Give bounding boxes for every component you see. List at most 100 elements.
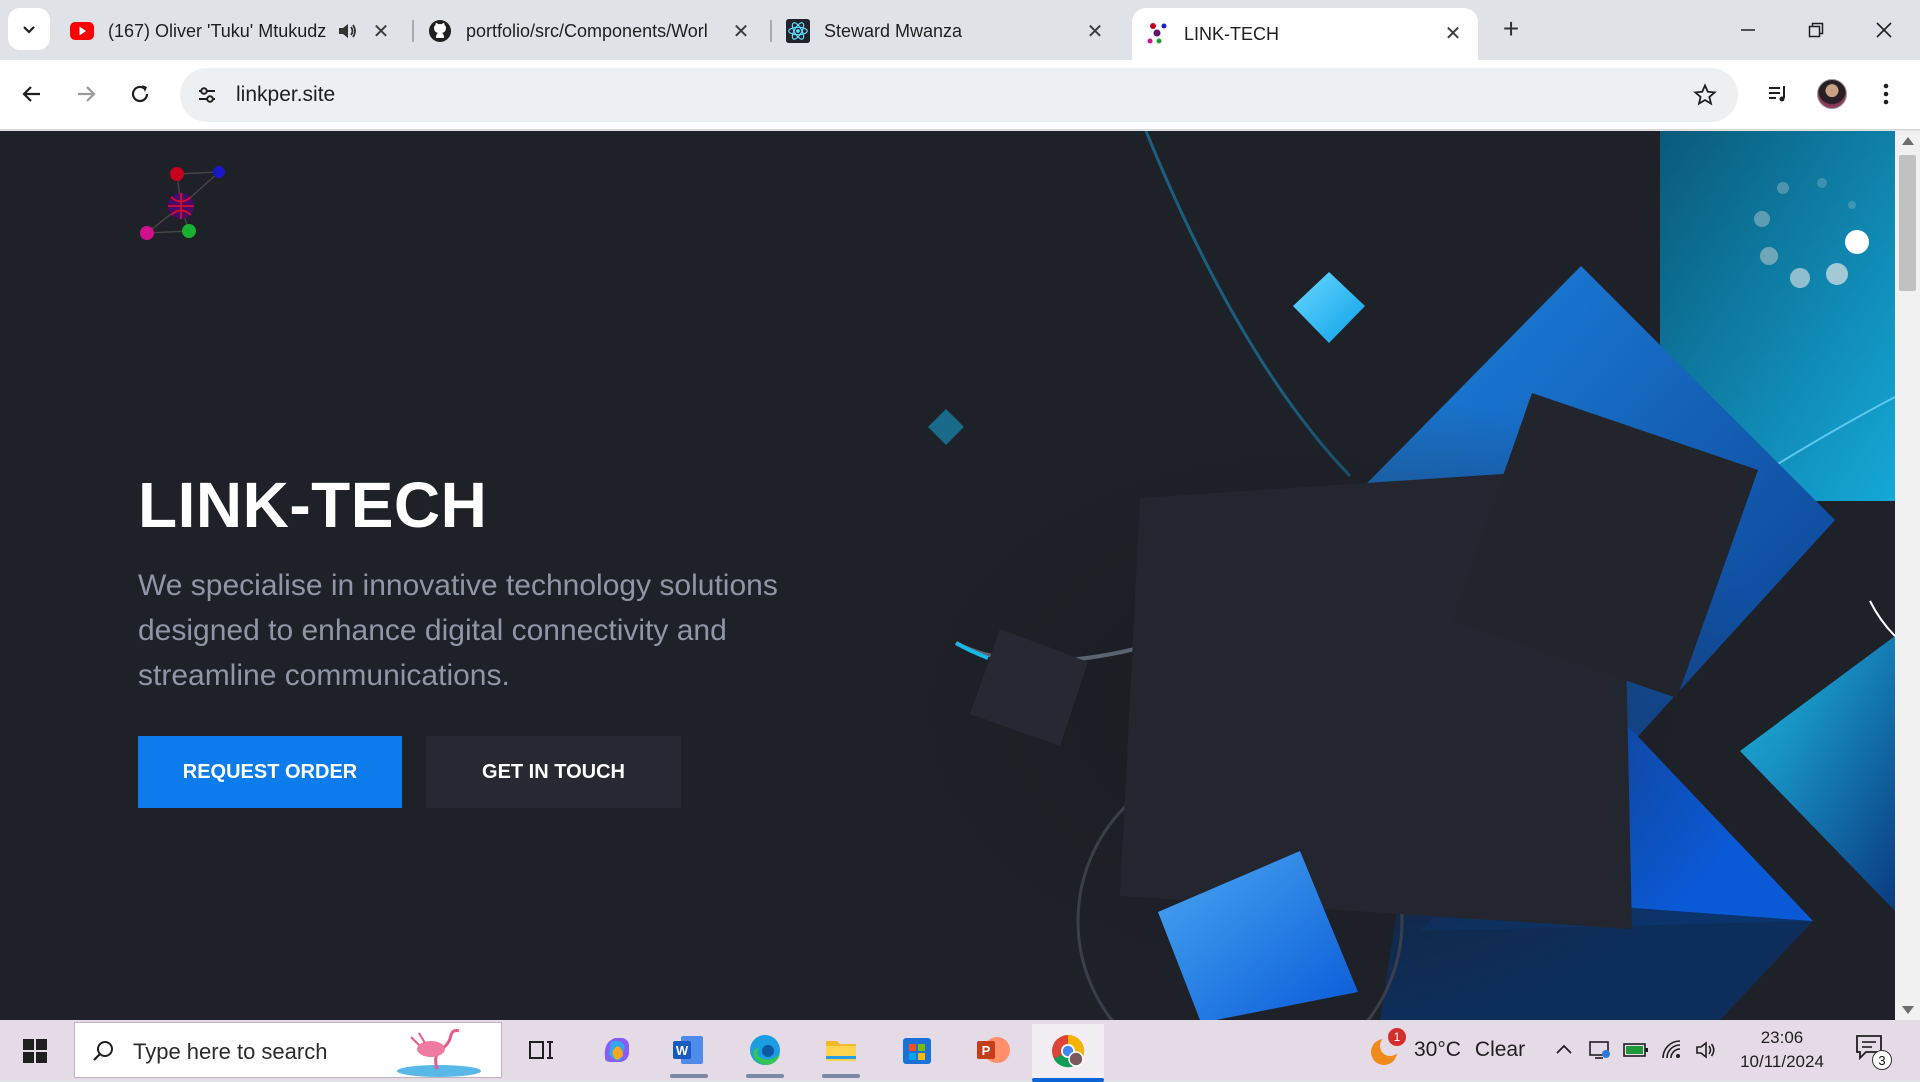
battery-icon [1623, 1043, 1648, 1057]
running-indicator [822, 1074, 860, 1078]
close-icon [1876, 22, 1892, 38]
volume-icon [1696, 1041, 1715, 1059]
tab-title: LINK-TECH [1184, 23, 1280, 44]
word-icon: W [673, 1036, 703, 1064]
new-tab-button[interactable]: + [1494, 12, 1528, 46]
back-button[interactable] [12, 74, 52, 114]
running-indicator [670, 1074, 708, 1078]
notification-center-button[interactable]: 3 [1854, 1032, 1892, 1070]
avatar [1817, 79, 1847, 109]
scroll-thumb[interactable] [1899, 155, 1916, 291]
windows-taskbar: Type here to search W P 1 30°C Clear 23:… [0, 1020, 1920, 1082]
chrome-button[interactable] [1032, 1024, 1104, 1082]
search-icon [89, 1037, 117, 1065]
decorative-dot [1826, 263, 1848, 285]
site-info-icon[interactable] [192, 80, 222, 110]
scroll-down-arrow-icon[interactable] [1902, 1006, 1914, 1014]
decorative-dot [1754, 211, 1770, 227]
close-tab-icon[interactable]: ✕ [1442, 22, 1464, 45]
browser-tab-strip: (167) Oliver 'Tuku' Mtukudz ✕ portfolio/… [0, 0, 1920, 60]
decorative-dot [1845, 230, 1869, 254]
powerpoint-button[interactable]: P [968, 1026, 1018, 1074]
tab-link-tech[interactable]: LINK-TECH ✕ [1132, 8, 1478, 60]
bookmark-star-icon[interactable] [1690, 80, 1720, 110]
media-controls-button[interactable] [1758, 74, 1798, 114]
battery-tray-icon[interactable] [1622, 1036, 1650, 1064]
clock-date: 10/11/2024 [1740, 1052, 1824, 1071]
file-explorer-button[interactable] [816, 1026, 866, 1078]
notification-count-badge: 3 [1872, 1050, 1892, 1070]
speaker-icon[interactable] [336, 20, 358, 47]
svg-text:P: P [982, 1043, 991, 1058]
taskbar-search-box[interactable]: Type here to search [74, 1022, 502, 1078]
running-indicator [746, 1074, 784, 1078]
kebab-menu-icon [1883, 83, 1889, 105]
display-tray-icon[interactable] [1586, 1036, 1614, 1064]
display-icon [1589, 1041, 1610, 1059]
close-window-button[interactable] [1864, 10, 1904, 50]
chevron-down-icon [23, 26, 35, 34]
arrow-left-icon [22, 86, 40, 102]
search-placeholder: Type here to search [133, 1039, 328, 1064]
page-viewport: LINK-TECH We specialise in innovative te… [0, 131, 1895, 1020]
page-scrollbar[interactable] [1895, 131, 1920, 1020]
start-button[interactable] [14, 1030, 56, 1072]
close-tab-icon[interactable]: ✕ [370, 20, 392, 43]
close-tab-icon[interactable]: ✕ [1084, 20, 1106, 43]
decorative-dot [1777, 182, 1789, 194]
weather-widget[interactable]: 1 30°C Clear [1366, 1028, 1526, 1068]
request-order-button[interactable]: REQUEST ORDER [138, 736, 402, 808]
windows-logo-icon [23, 1039, 47, 1063]
chrome-icon [1052, 1034, 1085, 1068]
profile-button[interactable] [1812, 74, 1852, 114]
decorative-dot [1848, 201, 1856, 209]
address-bar[interactable]: linkper.site [180, 68, 1738, 122]
weather-condition: Clear [1474, 1038, 1526, 1061]
tab-youtube[interactable]: (167) Oliver 'Tuku' Mtukudz ✕ [56, 10, 406, 52]
close-tab-icon[interactable]: ✕ [730, 20, 752, 43]
arrow-right-icon [78, 86, 96, 102]
decorative-dot [1790, 268, 1810, 288]
tab-search-button[interactable] [8, 8, 50, 50]
scroll-up-arrow-icon[interactable] [1902, 137, 1914, 145]
restore-button[interactable] [1796, 10, 1836, 50]
file-explorer-icon [826, 1041, 856, 1061]
browser-menu-button[interactable] [1866, 74, 1906, 114]
svg-text:W: W [676, 1043, 689, 1058]
small-teal-diamond [928, 409, 964, 445]
volume-tray-icon[interactable] [1692, 1036, 1720, 1064]
restore-icon [1808, 22, 1824, 38]
weather-alert-badge: 1 [1388, 1028, 1406, 1046]
clock-time: 23:06 [1760, 1028, 1804, 1047]
linktech-logo-icon [1146, 22, 1170, 46]
white-accent-curve [1869, 600, 1895, 637]
edge-button[interactable] [740, 1026, 790, 1078]
word-button[interactable]: W [664, 1026, 714, 1078]
get-in-touch-button[interactable]: GET IN TOUCH [426, 736, 681, 808]
reload-button[interactable] [120, 74, 160, 114]
task-view-button[interactable] [516, 1026, 566, 1074]
tab-title: (167) Oliver 'Tuku' Mtukudz [108, 20, 327, 41]
minimize-icon [1741, 29, 1755, 31]
flamingo-highlight-icon [397, 1029, 481, 1077]
weather-temperature: 30°C [1414, 1038, 1461, 1061]
cyan-diamond [1293, 272, 1365, 343]
weather-moon-icon: 1 [1366, 1028, 1406, 1068]
tab-github[interactable]: portfolio/src/Components/Worl ✕ [414, 10, 766, 52]
wifi-tray-icon[interactable] [1658, 1036, 1686, 1064]
minimize-button[interactable] [1728, 10, 1768, 50]
edge-icon [750, 1035, 780, 1065]
site-logo[interactable] [135, 166, 235, 256]
copilot-button[interactable] [592, 1026, 642, 1074]
show-hidden-icons-button[interactable] [1550, 1036, 1578, 1064]
forward-button[interactable] [66, 74, 106, 114]
hero-subtitle: We specialise in innovative technology s… [138, 569, 778, 692]
tab-steward-mwanza[interactable]: Steward Mwanza ✕ [772, 10, 1120, 52]
microsoft-store-icon [903, 1038, 931, 1064]
url-text[interactable]: linkper.site [236, 83, 335, 107]
copilot-icon [604, 1038, 629, 1062]
tab-title: portfolio/src/Components/Worl [466, 20, 708, 41]
microsoft-store-button[interactable] [892, 1026, 942, 1074]
wifi-icon [1662, 1040, 1681, 1059]
taskbar-clock[interactable]: 23:06 10/11/2024 [1732, 1026, 1832, 1074]
